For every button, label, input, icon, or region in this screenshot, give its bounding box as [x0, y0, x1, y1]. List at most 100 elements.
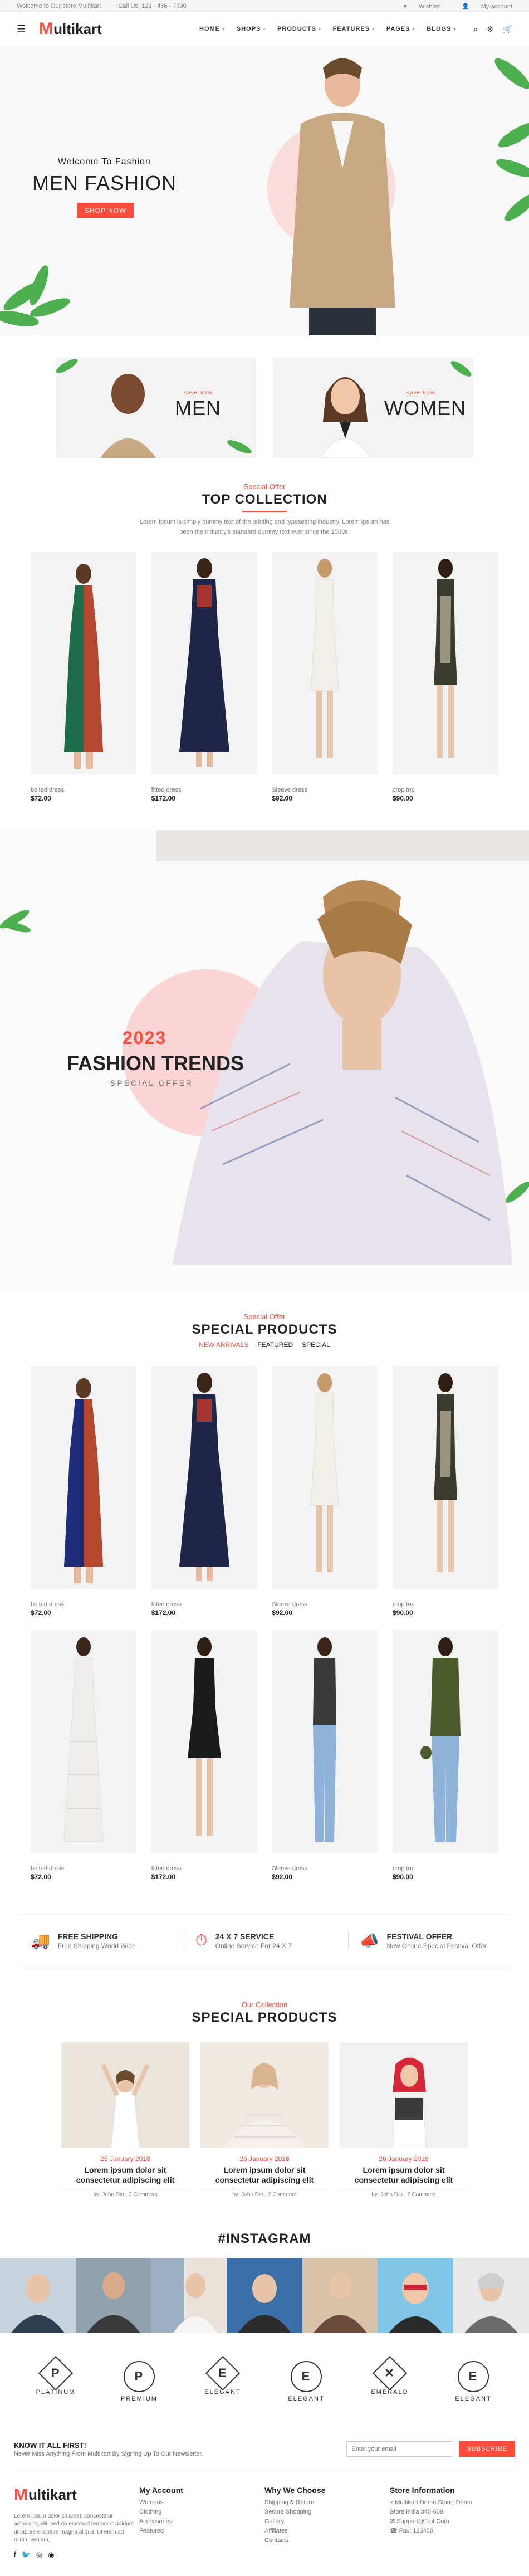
nav-features[interactable]: FEATURES	[333, 26, 375, 32]
product-name[interactable]: belted dress	[31, 1601, 136, 1608]
product-name[interactable]: fitted dress	[151, 1865, 257, 1872]
search-icon[interactable]: ⌕	[473, 25, 478, 34]
instagram-icon[interactable]: ◎	[36, 2550, 42, 2559]
blog-title[interactable]: Lorem ipsum dolor sit consectetur adipis…	[340, 2165, 468, 2185]
product-image[interactable]	[392, 1366, 498, 1589]
footer-link[interactable]: Affiliates	[264, 2526, 390, 2536]
product-card[interactable]: Sleeve dress $92.00	[272, 552, 378, 802]
product-card[interactable]: Sleeve dress $92.00	[272, 1366, 378, 1617]
product-image[interactable]	[31, 1366, 136, 1589]
product-name[interactable]: fitted dress	[151, 787, 257, 793]
product-name[interactable]: Sleeve dress	[272, 1601, 378, 1608]
product-name[interactable]: fitted dress	[151, 1601, 257, 1608]
blog-image[interactable]	[61, 2042, 189, 2149]
footer-link[interactable]: Gallary	[264, 2517, 390, 2526]
instagram-photo[interactable]	[378, 2257, 454, 2333]
product-card[interactable]: belted dress $72.00	[31, 1366, 136, 1617]
nav-pages[interactable]: PAGES	[386, 26, 415, 32]
blog-title[interactable]: Lorem ipsum dolor sit consectetur adipis…	[200, 2165, 329, 2185]
men-banner[interactable]: save 30% MEN	[56, 358, 256, 458]
brand-logo[interactable]: ✕ EMERALD	[362, 2355, 418, 2402]
brand-logo[interactable]: P PLATINUM	[28, 2355, 84, 2402]
account-link[interactable]: 👤 My account	[452, 3, 512, 10]
product-image[interactable]	[151, 1630, 257, 1853]
footer-col-title: My Account	[139, 2485, 183, 2495]
tab-special[interactable]: SPECIAL	[302, 1341, 330, 1349]
product-image[interactable]	[151, 552, 257, 775]
product-card[interactable]: fitted dress $172.00	[151, 552, 257, 802]
rss-icon[interactable]: ◉	[48, 2550, 54, 2559]
product-image[interactable]	[272, 1630, 378, 1853]
top-collection-header: Special Offer TOP COLLECTION Lorem Ipsum…	[0, 482, 529, 537]
instagram-photo[interactable]	[453, 2257, 529, 2333]
blog-card[interactable]: 26 January 2018 Lorem ipsum dolor sit co…	[340, 2042, 468, 2198]
product-name[interactable]: crop top	[393, 1865, 498, 1872]
footer-link[interactable]: Featured	[139, 2526, 264, 2536]
tab-new-arrivals[interactable]: NEW ARRIVALS	[199, 1341, 249, 1350]
footer-link[interactable]: Accessories	[139, 2517, 264, 2526]
footer-link[interactable]: Womens	[139, 2498, 264, 2507]
blog-image[interactable]	[340, 2042, 468, 2149]
facebook-icon[interactable]: f	[14, 2550, 16, 2559]
twitter-icon[interactable]: 🐦	[22, 2550, 31, 2559]
product-name[interactable]: belted dress	[31, 787, 136, 793]
nav-products[interactable]: PRODUCTS	[277, 26, 322, 32]
blog-image[interactable]	[200, 2042, 329, 2149]
fashion-trends-banner[interactable]: 2023 FASHION TRENDS SPECIAL OFFER	[0, 830, 529, 1293]
blog-card[interactable]: 26 January 2018 Lorem ipsum dolor sit co…	[200, 2042, 329, 2198]
footer-why-choose: Why We Choose Shipping & Return Secure S…	[264, 2486, 390, 2559]
product-name[interactable]: Sleeve dress	[272, 1865, 378, 1872]
shop-now-button[interactable]: SHOP NOW	[77, 203, 134, 218]
product-image[interactable]	[272, 552, 378, 775]
email-field[interactable]	[346, 2441, 453, 2457]
product-card[interactable]: belted dress $72.00	[31, 552, 136, 802]
store-email[interactable]: ✉ Support@Fiot.Com	[390, 2517, 515, 2526]
cart-icon[interactable]: 🛒	[503, 25, 512, 34]
subscribe-button[interactable]: SUBSCRIBE	[459, 2441, 515, 2457]
product-name[interactable]: crop top	[393, 787, 498, 793]
blog-title[interactable]: Lorem ipsum dolor sit consectetur adipis…	[61, 2165, 189, 2185]
footer-link[interactable]: Clothing	[139, 2507, 264, 2517]
brand-logo[interactable]: P PREMIUM	[111, 2360, 167, 2402]
product-image[interactable]	[392, 552, 498, 775]
gear-icon[interactable]: ⚙	[487, 25, 494, 34]
footer-my-account: My Account Womens Clothing Accessories F…	[139, 2486, 264, 2559]
product-name[interactable]: belted dress	[31, 1865, 136, 1872]
product-card[interactable]: crop top $90.00	[392, 552, 498, 802]
brand-logo[interactable]: E ELEGANT	[278, 2360, 334, 2402]
menu-toggle-icon[interactable]: ☰	[17, 23, 26, 35]
footer-logo[interactable]: M ultikart	[14, 2486, 139, 2505]
instagram-photo[interactable]	[151, 2257, 227, 2333]
product-card[interactable]: fitted dress $172.00	[151, 1366, 257, 1617]
product-image[interactable]	[151, 1366, 257, 1589]
instagram-photo[interactable]	[227, 2257, 302, 2333]
wishlist-link[interactable]: ♥ Wishlist	[393, 3, 439, 10]
footer-link[interactable]: Contacts	[264, 2536, 390, 2545]
instagram-photo[interactable]	[75, 2257, 151, 2333]
instagram-photo[interactable]	[0, 2257, 76, 2333]
elegant-logo-icon: E	[205, 2355, 241, 2390]
nav-shops[interactable]: SHOPS	[237, 26, 266, 32]
product-image[interactable]	[392, 1630, 498, 1853]
tab-featured[interactable]: FEATURED	[257, 1341, 293, 1349]
product-card[interactable]: fitted dress $172.00	[151, 1630, 257, 1881]
product-card[interactable]: crop top $90.00	[392, 1630, 498, 1881]
nav-blogs[interactable]: BLOGS	[427, 26, 457, 32]
product-card[interactable]: Sleeve dress $92.00	[272, 1630, 378, 1881]
brand-logo[interactable]: E ELEGANT	[195, 2355, 251, 2402]
women-banner[interactable]: save 60% WOMEN	[273, 358, 473, 458]
nav-home[interactable]: HOME	[199, 26, 226, 32]
product-card[interactable]: crop top $90.00	[392, 1366, 498, 1617]
brand-logo[interactable]: E ELEGANT	[445, 2360, 501, 2402]
blog-card[interactable]: 25 January 2018 Lorem ipsum dolor sit co…	[61, 2042, 189, 2198]
product-image[interactable]	[272, 1366, 378, 1589]
footer-link[interactable]: Shipping & Return	[264, 2498, 390, 2507]
product-image[interactable]	[31, 552, 136, 775]
product-card[interactable]: belted dress $72.00	[31, 1630, 136, 1881]
product-image[interactable]	[31, 1630, 136, 1853]
logo[interactable]: M ultikart	[39, 19, 102, 38]
instagram-photo[interactable]	[302, 2257, 378, 2333]
footer-link[interactable]: Secure Shopping	[264, 2507, 390, 2517]
product-name[interactable]: Sleeve dress	[272, 787, 378, 793]
product-name[interactable]: crop top	[393, 1601, 498, 1608]
